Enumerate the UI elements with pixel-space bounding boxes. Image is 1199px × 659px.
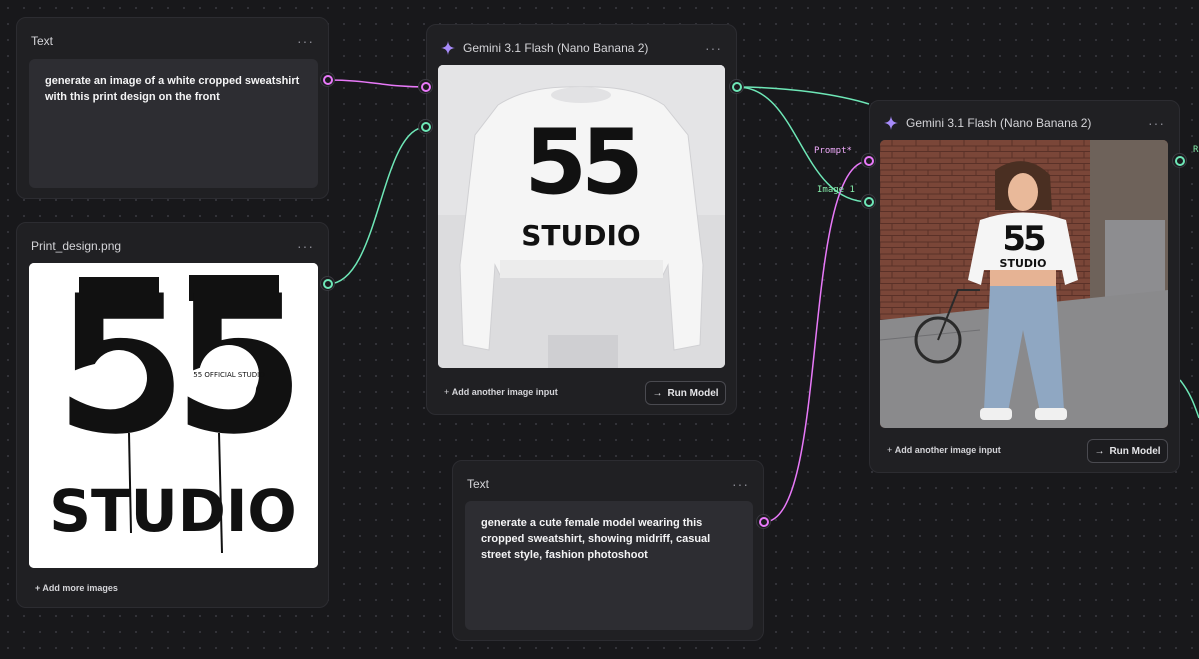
- sweatshirt-digits: 55: [524, 110, 638, 215]
- more-options-icon[interactable]: ···: [705, 41, 722, 55]
- plus-icon: +: [887, 445, 895, 455]
- print-circle-text: 55 OFFICIAL STUDIO: [193, 371, 265, 379]
- node-title: Text: [31, 34, 54, 48]
- wire-text2-to-gemini2-prompt: [763, 160, 870, 523]
- sweatshirt-word: STUDIO: [521, 219, 640, 252]
- prompt-textarea[interactable]: generate an image of a white cropped swe…: [29, 59, 318, 188]
- gemini-model-node-2[interactable]: Gemini 3.1 Flash (Nano Banana 2) ··· 55 …: [869, 100, 1180, 473]
- image-port-label: Image 1: [817, 185, 855, 195]
- node-title: Gemini 3.1 Flash (Nano Banana 2): [906, 116, 1092, 130]
- node-title: Gemini 3.1 Flash (Nano Banana 2): [463, 41, 649, 55]
- image-upload-node[interactable]: Print_design.png ··· 55 55 OFFICIAL STUD…: [16, 222, 329, 608]
- add-more-images-link[interactable]: + Add more images: [35, 583, 118, 593]
- gemini2-image-port[interactable]: [862, 195, 875, 208]
- generated-image: 55 STUDIO: [880, 140, 1168, 428]
- gemini1-image-port[interactable]: [419, 120, 432, 133]
- print-word: STUDIO: [49, 477, 296, 545]
- prompt-port-label: Prompt*: [814, 146, 852, 156]
- text2-output-port[interactable]: [757, 515, 770, 528]
- gemini2-output-port[interactable]: [1173, 154, 1186, 167]
- text1-output-port[interactable]: [321, 73, 334, 86]
- more-options-icon[interactable]: ···: [732, 477, 749, 491]
- gemini1-output-port[interactable]: [730, 80, 743, 93]
- gemini-model-node-1[interactable]: Gemini 3.1 Flash (Nano Banana 2) ··· 55 …: [426, 24, 737, 415]
- wire-gemini2-output: [1179, 379, 1199, 419]
- more-options-icon[interactable]: ···: [1148, 116, 1165, 130]
- run-model-button[interactable]: → Run Model: [1087, 439, 1168, 463]
- more-options-icon[interactable]: ···: [297, 239, 314, 253]
- model-shirt-word: STUDIO: [1000, 257, 1047, 270]
- plus-icon: +: [444, 387, 452, 397]
- sparkle-icon: [884, 116, 898, 130]
- output-port-label: R: [1193, 145, 1199, 155]
- arrow-right-icon: →: [1094, 445, 1105, 457]
- print-output-port[interactable]: [321, 277, 334, 290]
- gemini1-prompt-port[interactable]: [419, 80, 432, 93]
- more-options-icon[interactable]: ···: [297, 34, 314, 48]
- model-shirt-digits: 55: [1002, 219, 1045, 259]
- workflow-canvas[interactable]: Text ··· generate an image of a white cr…: [0, 0, 1199, 659]
- add-image-input-link[interactable]: + Add another image input: [444, 387, 558, 397]
- node-title: Text: [467, 477, 490, 491]
- uploaded-image: 55 55 OFFICIAL STUDIO STUDIO: [29, 263, 318, 568]
- text-node-1[interactable]: Text ··· generate an image of a white cr…: [16, 17, 329, 199]
- prompt-textarea[interactable]: generate a cute female model wearing thi…: [465, 501, 753, 630]
- add-image-input-link[interactable]: + Add another image input: [887, 445, 1001, 455]
- wire-text1-to-gemini1-prompt: [327, 79, 427, 88]
- text-node-2[interactable]: Text ··· generate a cute female model we…: [452, 460, 764, 641]
- wire-gemini1-output-extra: [736, 86, 870, 105]
- generated-image: 55 STUDIO: [438, 65, 725, 368]
- gemini2-prompt-port[interactable]: [862, 154, 875, 167]
- sparkle-icon: [441, 41, 455, 55]
- wire-print-to-gemini1-image: [327, 126, 427, 285]
- arrow-right-icon: →: [652, 387, 663, 399]
- node-title: Print_design.png: [31, 239, 122, 253]
- run-model-button[interactable]: → Run Model: [645, 381, 726, 405]
